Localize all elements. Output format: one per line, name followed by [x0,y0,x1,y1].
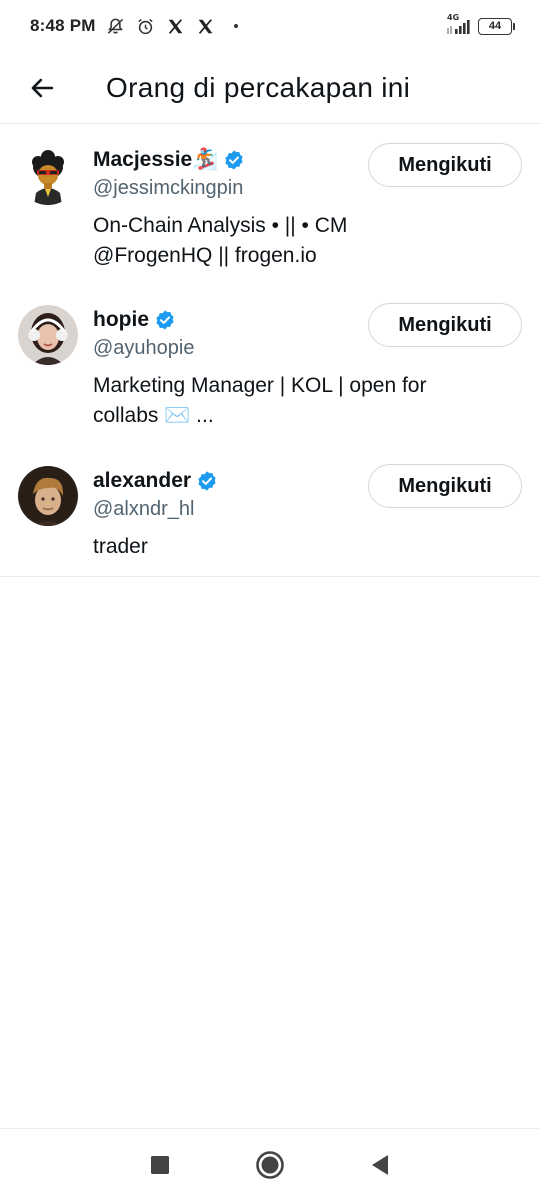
person-bio: On-Chain Analysis • || • CM @FrogenHQ ||… [93,214,348,267]
page-title: Orang di percakapan ini [106,71,411,103]
person-name[interactable]: hopie [93,308,149,332]
alarm-icon [136,16,156,36]
x-logo-icon [166,16,186,36]
x-logo-icon [196,16,216,36]
verified-badge-icon [225,150,244,170]
back-nav-button[interactable] [325,1135,435,1195]
battery-icon: 44 [478,17,515,35]
verified-badge-icon [156,310,174,330]
home-circle-icon [256,1150,284,1179]
avatar[interactable] [18,145,78,205]
divider [0,576,540,577]
back-button[interactable] [22,68,62,108]
avatar[interactable] [18,466,78,526]
battery-level: 44 [488,20,502,32]
signal-icon: 4G [446,13,472,36]
following-button[interactable]: Mengikuti [368,303,522,347]
people-list: Macjessie🏂 @jessimckingpin On-Chain Anal… [0,125,540,576]
dot-icon [233,24,238,28]
system-status: 4G 44 [446,13,515,36]
app-header: Orang di percakapan ini [0,52,540,124]
avatar[interactable] [18,305,78,365]
status-bar: 8:48 PM 4G 44 [0,0,540,52]
person-bio: trader [93,535,148,558]
home-button[interactable] [215,1135,325,1195]
status-time: 8:48 PM [30,16,96,35]
arrow-left-icon [31,78,54,97]
bell-off-icon [106,16,126,36]
person-name[interactable]: Macjessie🏂 [93,148,218,172]
following-button[interactable]: Mengikuti [368,464,522,508]
list-item[interactable]: alexander @alxndr_hl trader Mengikuti [0,446,540,576]
notification-icons [106,16,238,36]
person-bio: Marketing Manager | KOL | open for colla… [93,374,427,427]
system-nav-bar [0,1128,540,1200]
recents-button[interactable] [105,1135,215,1195]
following-button[interactable]: Mengikuti [368,143,522,187]
back-triangle-icon [372,1154,388,1175]
verified-badge-icon [198,471,216,491]
list-item[interactable]: hopie @ayuhopie Marketing Manager | KOL … [0,285,540,446]
recents-square-icon [151,1155,169,1174]
person-name[interactable]: alexander [93,469,191,493]
list-item[interactable]: Macjessie🏂 @jessimckingpin On-Chain Anal… [0,125,540,285]
